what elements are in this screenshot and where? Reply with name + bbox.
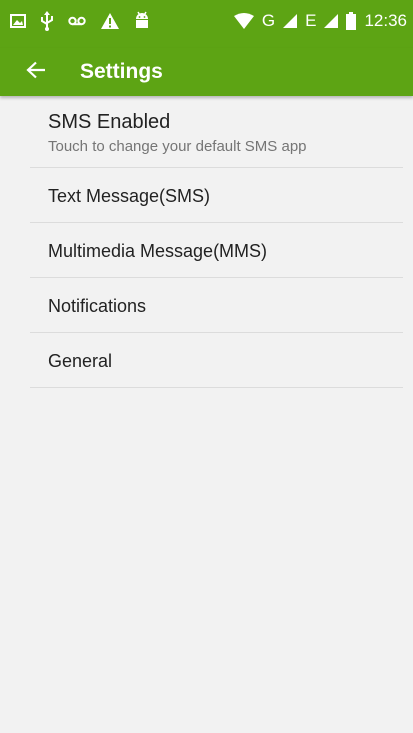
setting-title: Text Message(SMS) [48,186,211,206]
setting-multimedia-message-mms[interactable]: Multimedia Message(MMS) [0,223,413,278]
settings-list: SMS Enabled Touch to change your default… [0,96,413,388]
setting-title: General [48,351,113,371]
setting-text-message-sms[interactable]: Text Message(SMS) [0,168,413,223]
clock: 12:36 [364,11,407,30]
network-type-g: G [261,11,276,30]
setting-summary: Touch to change your default SMS app [48,138,307,155]
system-status-icons: G E 12:36 [233,10,407,32]
setting-sms-enabled[interactable]: SMS Enabled Touch to change your default… [0,96,413,168]
notification-icons [10,10,150,32]
settings-screen: G E 12:36 Settings SMS Enabled Touch to … [0,0,413,733]
signal-e-icon [324,10,339,32]
divider [30,387,403,388]
voicemail-icon [68,10,86,32]
page-title: Settings [80,60,163,83]
wifi-icon [233,10,254,32]
back-button[interactable] [22,58,50,86]
image-notification-icon [10,10,26,32]
setting-general[interactable]: General [0,333,413,388]
setting-title: SMS Enabled [48,111,171,133]
setting-title: Multimedia Message(MMS) [48,241,268,261]
battery-icon [346,10,357,32]
signal-g-icon [283,10,298,32]
android-debug-icon [134,10,150,32]
app-bar: Settings [0,48,413,96]
network-type-e: E [305,11,317,30]
setting-notifications[interactable]: Notifications [0,278,413,333]
warning-icon [100,10,120,32]
usb-icon [40,10,54,32]
status-bar: G E 12:36 [0,0,413,48]
arrow-back-icon [26,61,46,84]
setting-title: Notifications [48,296,147,316]
